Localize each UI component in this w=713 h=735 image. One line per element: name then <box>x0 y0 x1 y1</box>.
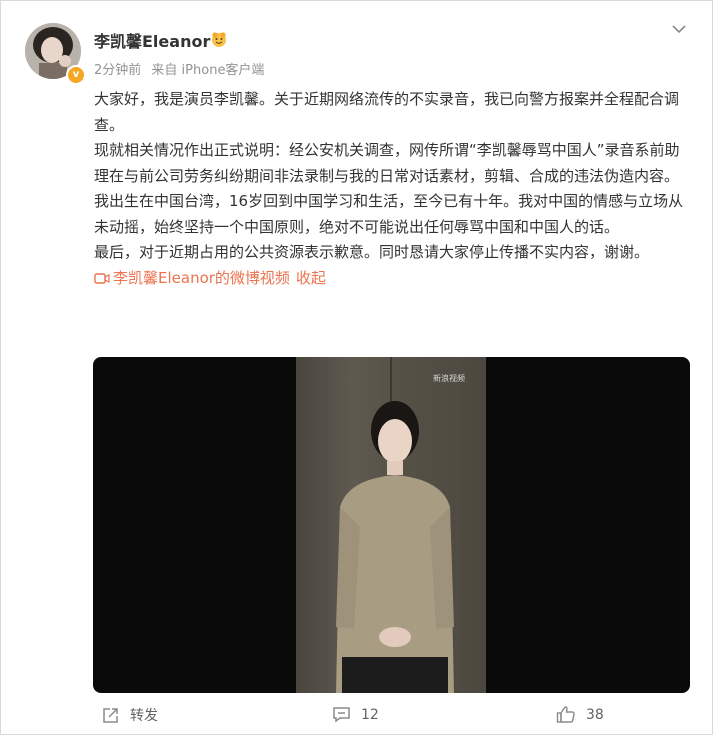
comment-icon <box>333 707 350 723</box>
verified-badge-icon: v <box>66 65 86 85</box>
video-watermark-text: 新浪视频 <box>433 374 465 383</box>
fold-button[interactable]: 收起 <box>296 269 326 287</box>
post-paragraph: 我出生在中国台湾，16岁回到中国学习和生活，至今已有十年。我对中国的情感与立场从… <box>94 192 684 236</box>
post-paragraph: 现就相关情况作出正式说明：经公安机关调查，网传所谓“李凯馨辱骂中国人”录音系前助… <box>94 141 680 185</box>
chevron-down-icon[interactable] <box>671 21 687 37</box>
thumbs-up-icon <box>556 706 575 723</box>
video-camera-icon <box>94 272 110 284</box>
like-count: 38 <box>586 706 604 723</box>
post-paragraph: 大家好，我是演员李凯馨。关于近期网络流传的不实录音，我已向警方报案并全程配合调查… <box>94 90 680 134</box>
post-content: 大家好，我是演员李凯馨。关于近期网络流传的不实录音，我已向警方报案并全程配合调查… <box>94 87 694 291</box>
repost-icon <box>103 707 118 723</box>
weibo-post-card: v 李凯馨Eleanor 2分钟前 来自 iPhone客户端 大家好，我是演员李… <box>0 0 713 735</box>
post-time[interactable]: 2分钟前 <box>94 63 141 78</box>
post-paragraph-text: 最后，对于近期占用的公共资源表示歉意。同时恳请大家停止传播不实内容，谢谢。 <box>94 243 650 261</box>
video-frame <box>296 357 486 693</box>
like-button[interactable]: 38 <box>556 705 604 724</box>
fan-badge-icon[interactable] <box>209 29 229 49</box>
post-actions: 转发 12 38 <box>1 701 712 731</box>
video-player[interactable]: 新浪视频 <box>93 357 690 693</box>
post-source: 来自 iPhone客户端 <box>151 63 265 78</box>
post-paragraph: 最后，对于近期占用的公共资源表示歉意。同时恳请大家停止传播不实内容，谢谢。 李凯… <box>94 240 694 291</box>
video-link[interactable]: 李凯馨Eleanor的微博视频 <box>94 269 290 287</box>
author-name[interactable]: 李凯馨Eleanor <box>94 28 210 52</box>
comment-button[interactable]: 12 <box>332 705 379 724</box>
video-link-label: 李凯馨Eleanor的微博视频 <box>113 268 290 287</box>
post-meta: 2分钟前 来自 iPhone客户端 <box>94 59 270 78</box>
comment-count: 12 <box>361 706 379 723</box>
repost-button[interactable]: 转发 <box>101 705 158 725</box>
repost-label: 转发 <box>130 708 158 724</box>
